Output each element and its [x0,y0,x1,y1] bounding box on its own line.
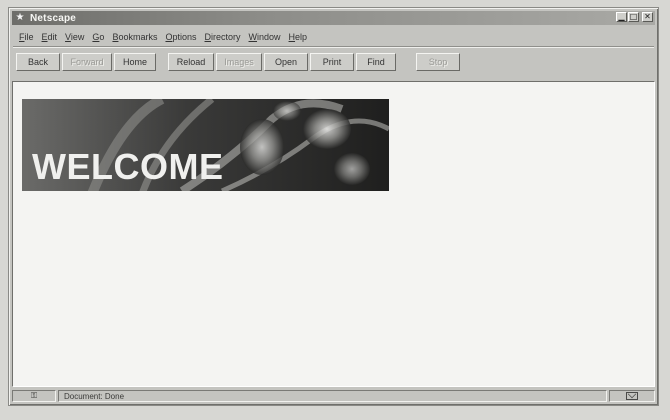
window-title: Netscape [30,12,77,24]
menu-directory[interactable]: Directory [201,32,245,42]
toolbar-divider [13,46,654,48]
maximize-button[interactable]: □ [628,12,639,22]
reload-button[interactable]: Reload [168,53,214,71]
navigation-toolbar: Back Forward Home Reload Images Open Pri… [16,52,462,72]
print-button[interactable]: Print [310,53,354,71]
window-controls: ▁ □ ✕ [616,12,653,22]
mail-status-button[interactable] [609,390,655,402]
menu-bar: File Edit View Go Bookmarks Options Dire… [15,29,311,45]
broken-key-icon[interactable]: ⚿ [12,390,56,402]
status-bar: ⚿ Document: Done [12,389,655,403]
menu-window[interactable]: Window [245,32,285,42]
page-content[interactable]: WELCOME [12,81,655,387]
images-button[interactable]: Images [216,53,262,71]
menu-options[interactable]: Options [161,32,200,42]
menu-file[interactable]: File [15,32,38,42]
menu-view[interactable]: View [61,32,88,42]
title-bar[interactable]: ★ Netscape ▁ □ ✕ [12,11,655,25]
open-button[interactable]: Open [264,53,308,71]
find-button[interactable]: Find [356,53,396,71]
menu-edit[interactable]: Edit [38,32,62,42]
welcome-banner-text: WELCOME [32,146,223,187]
status-text: Document: Done [58,390,607,402]
forward-button[interactable]: Forward [62,53,112,71]
stop-button[interactable]: Stop [416,53,460,71]
menu-go[interactable]: Go [88,32,108,42]
menu-help[interactable]: Help [285,32,312,42]
netscape-icon[interactable]: ★ [14,12,26,24]
close-button[interactable]: ✕ [642,12,653,22]
browser-window: ★ Netscape ▁ □ ✕ File Edit View Go Bookm… [8,7,659,406]
home-button[interactable]: Home [114,53,156,71]
minimize-button[interactable]: ▁ [616,12,627,22]
welcome-banner: WELCOME [22,99,389,191]
mail-icon [626,392,638,400]
back-button[interactable]: Back [16,53,60,71]
menu-bookmarks[interactable]: Bookmarks [108,32,161,42]
